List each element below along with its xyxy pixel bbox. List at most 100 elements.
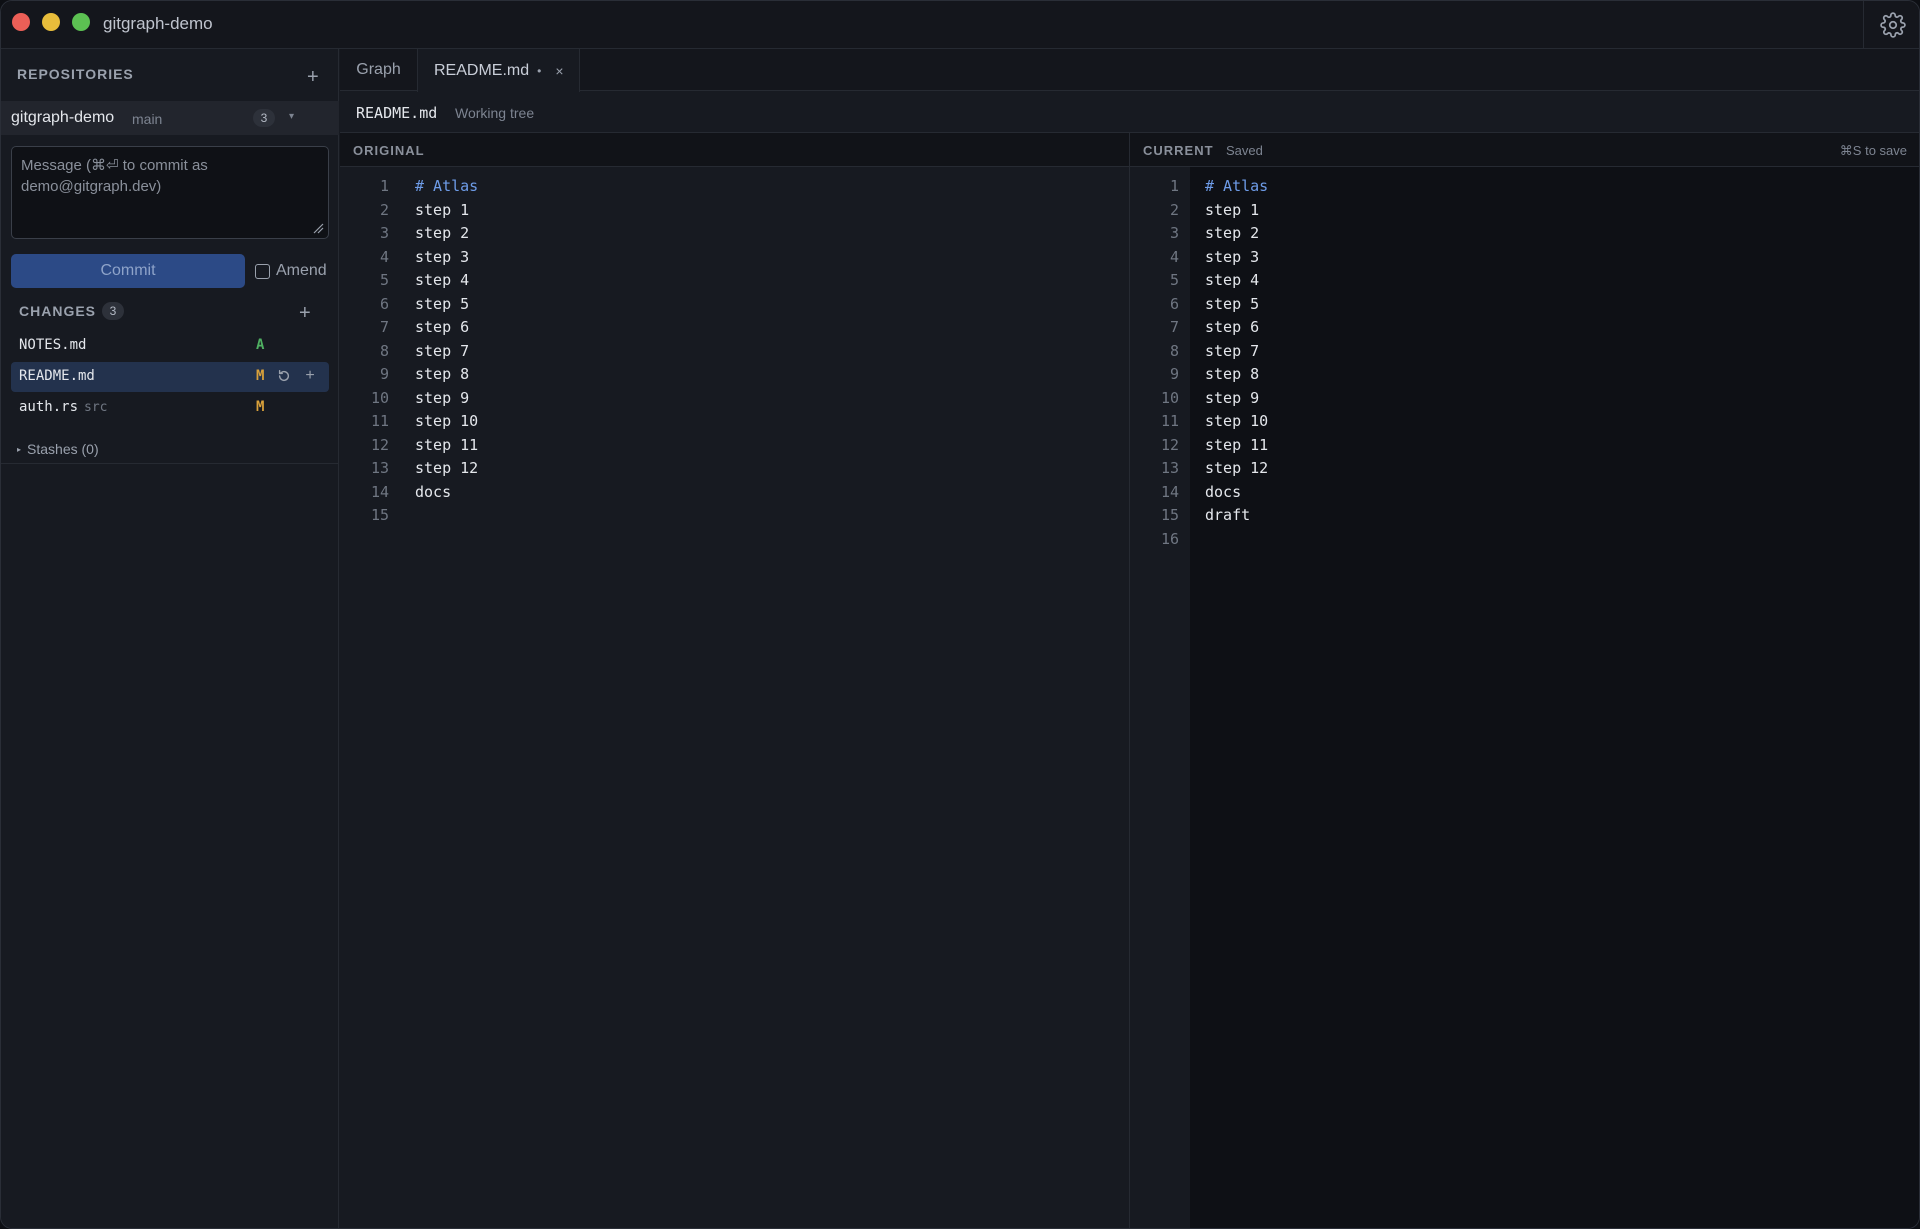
close-icon[interactable]: × bbox=[555, 63, 563, 79]
editor-body[interactable]: # Atlas step 1 step 2 step 3 step 4 step 5 ste… bbox=[1190, 167, 1919, 1228]
resize-grip-icon[interactable] bbox=[312, 222, 324, 234]
code-line[interactable]: docs bbox=[1205, 481, 1241, 505]
change-file-name: README.md bbox=[19, 368, 95, 384]
commit-message-input[interactable]: Message (⌘⏎ to commit as demo@gitgraph.d… bbox=[11, 146, 329, 239]
add-repository-button[interactable]: + bbox=[307, 67, 319, 87]
modified-dot-icon: • bbox=[537, 63, 542, 78]
commit-message-placeholder: Message (⌘⏎ to commit as demo@gitgraph.d… bbox=[21, 157, 208, 195]
code-line[interactable]: step 2 bbox=[1205, 222, 1259, 246]
line-number: 6 bbox=[379, 294, 389, 313]
line-number: 14 bbox=[370, 482, 389, 501]
code-line[interactable]: docs bbox=[415, 481, 451, 505]
line-number: 4 bbox=[1169, 247, 1179, 266]
line-number: 7 bbox=[1169, 318, 1179, 336]
code-line[interactable]: step 4 bbox=[1205, 269, 1259, 293]
line-number: 3 bbox=[379, 224, 389, 242]
line-number: 3 bbox=[1169, 224, 1179, 242]
change-file-name: NOTES.md bbox=[19, 337, 87, 353]
original-pane-title: ORIGINAL bbox=[353, 143, 425, 158]
tab-readme[interactable]: README.md • × bbox=[417, 49, 580, 92]
code-line[interactable]: step 1 bbox=[1205, 199, 1259, 223]
line-number: 13 bbox=[370, 459, 389, 477]
code-line[interactable]: step 1 bbox=[415, 199, 469, 223]
line-number: 9 bbox=[379, 365, 389, 383]
line-number: 5 bbox=[1169, 271, 1179, 289]
code-line[interactable]: step 9 bbox=[1205, 387, 1259, 411]
code-line[interactable]: step 5 bbox=[1205, 293, 1259, 317]
line-number: 1 bbox=[1169, 177, 1179, 195]
change-item-readme[interactable]: README.md M + bbox=[11, 362, 329, 392]
code-line[interactable]: step 10 bbox=[415, 410, 478, 434]
repositories-heading: REPOSITORIES bbox=[17, 66, 134, 82]
current-code-editor[interactable]: 1 2 3 4 5 6 7 8 9 10 11 12 13 14 15 16 # Atlas step 1 ste… bbox=[1130, 167, 1919, 1228]
title-bar: gitgraph-demo bbox=[1, 1, 1919, 49]
original-pane: ORIGINAL 1 2 3 4 5 6 7 8 9 10 11 12 13 14 15 # Atlas st… bbox=[340, 133, 1130, 1228]
stage-file-icon[interactable]: + bbox=[301, 367, 319, 385]
change-file-name: auth.rs src bbox=[19, 399, 108, 415]
save-status: Saved bbox=[1226, 143, 1263, 158]
code-line[interactable]: step 12 bbox=[1205, 457, 1268, 481]
main-area: Graph README.md • × README.md Working tr… bbox=[340, 49, 1919, 1228]
code-line[interactable]: step 9 bbox=[415, 387, 469, 411]
code-line[interactable]: step 8 bbox=[415, 363, 469, 387]
chevron-down-icon[interactable]: ▾ bbox=[289, 111, 294, 122]
code-line[interactable]: # Atlas bbox=[415, 175, 478, 199]
path-description: Working tree bbox=[455, 105, 535, 121]
line-number: 8 bbox=[379, 341, 389, 360]
change-status-modified: M bbox=[256, 368, 265, 384]
line-number: 4 bbox=[379, 247, 389, 266]
code-line[interactable]: step 2 bbox=[415, 222, 469, 246]
code-line[interactable]: step 4 bbox=[415, 269, 469, 293]
line-number-gutter: 1 2 3 4 5 6 7 8 9 10 11 12 13 14 15 16 bbox=[1130, 167, 1190, 1228]
repository-item[interactable]: gitgraph-demo main 3 ▾ bbox=[1, 101, 339, 135]
code-line[interactable]: step 5 bbox=[415, 293, 469, 317]
code-line[interactable]: step 12 bbox=[415, 457, 478, 481]
line-number: 1 bbox=[379, 177, 389, 195]
line-number: 16 bbox=[1160, 529, 1179, 548]
stashes-toggle[interactable]: ▸ Stashes (0) bbox=[17, 441, 99, 457]
changes-heading: CHANGES bbox=[19, 303, 97, 319]
code-line[interactable]: step 3 bbox=[415, 246, 469, 270]
change-status-modified: M bbox=[256, 399, 265, 415]
line-number: 12 bbox=[370, 435, 389, 454]
amend-checkbox[interactable] bbox=[255, 263, 270, 279]
line-number: 7 bbox=[379, 318, 389, 336]
original-code-view[interactable]: 1 2 3 4 5 6 7 8 9 10 11 12 13 14 15 # Atlas step 1 step … bbox=[340, 167, 1129, 1228]
change-item-notes[interactable]: NOTES.md A bbox=[11, 331, 329, 361]
repository-branch: main bbox=[132, 111, 163, 127]
code-line[interactable]: draft bbox=[1205, 504, 1250, 528]
settings-button[interactable] bbox=[1863, 1, 1919, 49]
code-line[interactable]: step 3 bbox=[1205, 246, 1259, 270]
line-number: 10 bbox=[1160, 388, 1179, 407]
window-title: gitgraph-demo bbox=[103, 14, 213, 33]
code-line[interactable]: # Atlas bbox=[1205, 175, 1268, 199]
code-line[interactable]: step 7 bbox=[1205, 340, 1259, 364]
code-line[interactable]: step 6 bbox=[1205, 316, 1259, 340]
code-line[interactable]: step 11 bbox=[1205, 434, 1268, 458]
code-line[interactable]: step 6 bbox=[415, 316, 469, 340]
change-item-auth[interactable]: auth.rs src M bbox=[11, 393, 329, 423]
file-path-bar: README.md Working tree bbox=[340, 91, 1919, 133]
tab-label: README.md bbox=[434, 61, 530, 79]
stashes-label: Stashes (0) bbox=[27, 441, 99, 457]
code-line[interactable]: step 10 bbox=[1205, 410, 1268, 434]
change-file-name-text: auth.rs bbox=[19, 399, 79, 415]
gear-icon bbox=[1879, 12, 1906, 38]
code-line[interactable]: step 11 bbox=[415, 434, 478, 458]
minimize-window-button[interactable] bbox=[42, 13, 60, 31]
amend-toggle[interactable]: Amend bbox=[255, 262, 327, 280]
zoom-window-button[interactable] bbox=[72, 13, 90, 31]
line-number: 15 bbox=[370, 506, 389, 524]
close-window-button[interactable] bbox=[12, 13, 30, 31]
original-pane-header: ORIGINAL bbox=[340, 133, 1129, 167]
stage-all-button[interactable]: + bbox=[299, 303, 311, 323]
code-line[interactable]: step 8 bbox=[1205, 363, 1259, 387]
chevron-right-icon: ▸ bbox=[17, 445, 22, 454]
code-line[interactable]: step 7 bbox=[415, 340, 469, 364]
commit-button[interactable]: Commit bbox=[11, 254, 245, 288]
line-number: 2 bbox=[1169, 200, 1179, 219]
discard-changes-icon[interactable] bbox=[275, 367, 293, 385]
tab-graph[interactable]: Graph bbox=[340, 49, 417, 91]
line-number: 12 bbox=[1160, 435, 1179, 454]
repository-changes-badge: 3 bbox=[253, 109, 275, 127]
